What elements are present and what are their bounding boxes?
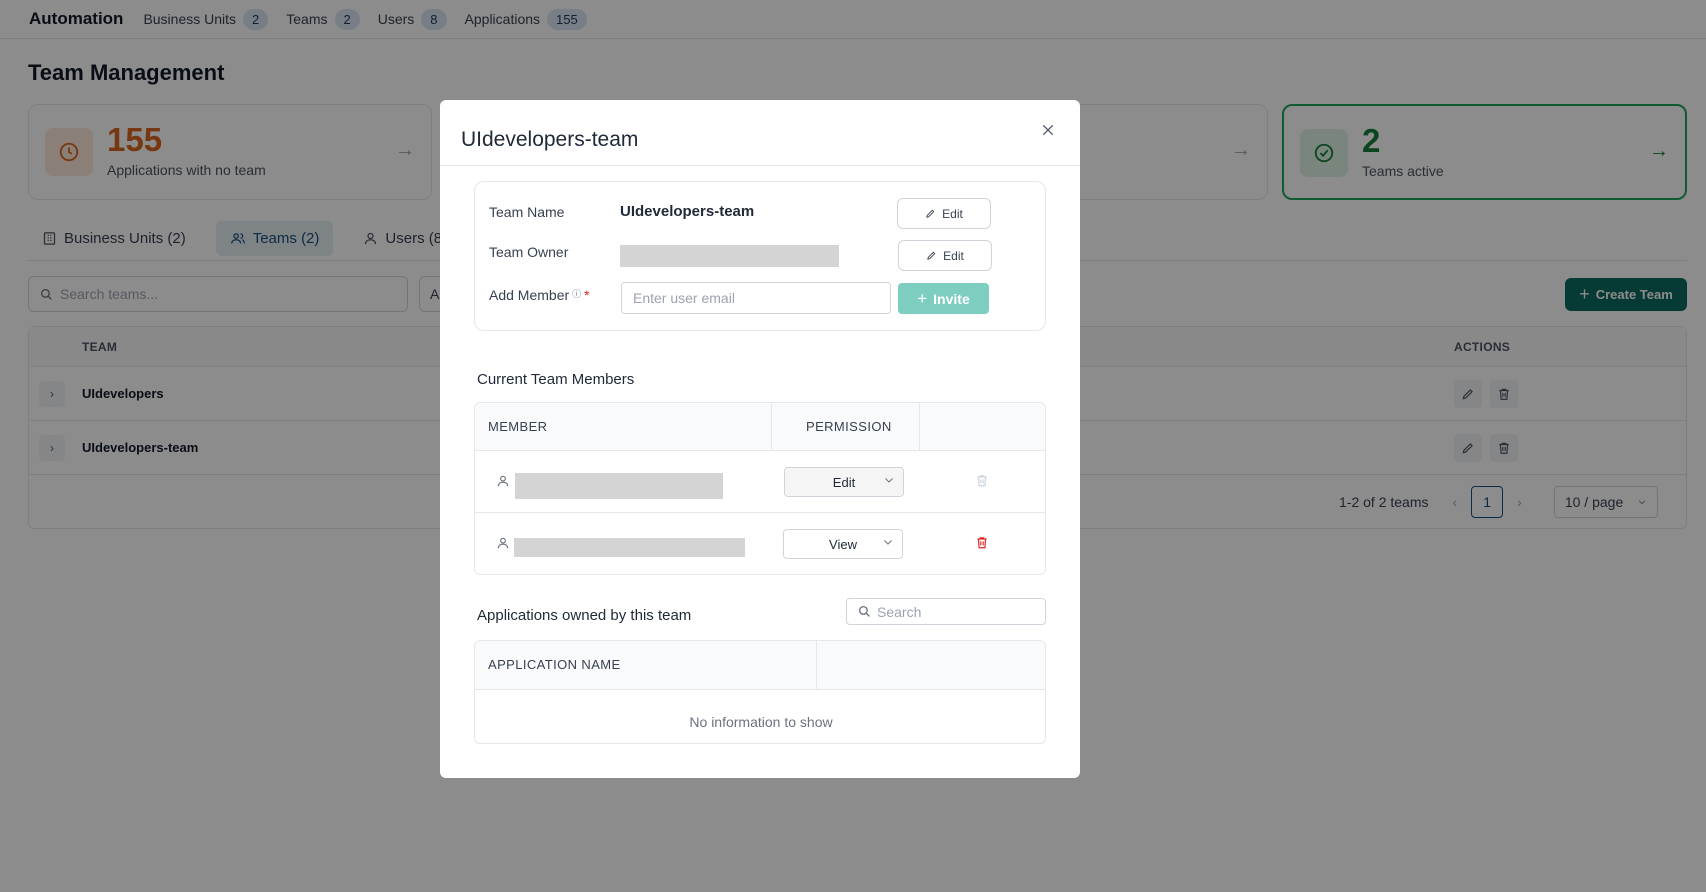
table-header: MEMBER PERMISSION — [475, 403, 1045, 451]
trash-icon[interactable] — [975, 473, 989, 488]
chevron-down-icon — [884, 540, 892, 545]
search-icon — [858, 605, 870, 617]
team-info-panel: Team Name UIdevelopers-team Edit Team Ow… — [474, 181, 1046, 331]
permission-value: Edit — [832, 474, 856, 490]
chevron-down-icon — [885, 478, 893, 483]
member-row: View — [475, 513, 1045, 574]
trash-icon[interactable] — [975, 535, 989, 550]
column-header-application-name: APPLICATION NAME — [488, 657, 621, 672]
team-name-label: Team Name — [489, 204, 565, 220]
add-member-label: Add Member ⓘ * — [489, 287, 590, 303]
user-icon — [497, 475, 509, 487]
pencil-icon — [927, 251, 936, 260]
team-owner-value — [620, 245, 839, 267]
search-placeholder: Search — [877, 603, 922, 620]
plus-icon: + — [917, 288, 928, 308]
pencil-icon — [926, 209, 935, 218]
apps-table: APPLICATION NAME No information to show — [474, 640, 1046, 744]
info-icon[interactable]: ⓘ — [572, 289, 581, 299]
members-table: MEMBER PERMISSION Edit View — [474, 402, 1046, 575]
button-label: Edit — [943, 248, 964, 263]
column-divider — [816, 641, 817, 690]
team-details-modal: UIdevelopers-team Team Name UIdevelopers… — [440, 100, 1080, 778]
permission-select[interactable]: View — [783, 529, 903, 559]
modal-title: UIdevelopers-team — [461, 128, 639, 151]
column-divider — [771, 403, 772, 451]
edit-team-name-button[interactable]: Edit — [897, 198, 991, 229]
button-label: Invite — [933, 290, 970, 307]
apps-search-input[interactable]: Search — [846, 598, 1046, 625]
user-icon — [497, 537, 509, 549]
member-email — [514, 538, 745, 557]
label-text: Add Member — [489, 287, 570, 303]
members-section-title: Current Team Members — [477, 371, 635, 388]
column-header-permission: PERMISSION — [806, 419, 892, 434]
empty-state-text: No information to show — [689, 714, 833, 730]
close-icon[interactable] — [1036, 118, 1060, 142]
invite-button[interactable]: + Invite — [898, 283, 989, 314]
member-email — [515, 473, 723, 499]
team-name-value: UIdevelopers-team — [620, 203, 755, 220]
table-header: APPLICATION NAME — [475, 641, 1045, 690]
apps-section-title: Applications owned by this team — [477, 607, 692, 624]
button-label: Edit — [942, 206, 963, 221]
member-row: Edit — [475, 451, 1045, 513]
permission-select[interactable]: Edit — [784, 467, 904, 497]
column-header-member: MEMBER — [488, 419, 548, 434]
permission-value: View — [829, 536, 857, 552]
divider — [440, 165, 1080, 166]
required-mark: * — [584, 287, 590, 303]
member-email-input[interactable] — [621, 282, 891, 314]
edit-team-owner-button[interactable]: Edit — [898, 240, 992, 271]
column-divider — [919, 403, 920, 451]
team-owner-label: Team Owner — [489, 244, 569, 260]
